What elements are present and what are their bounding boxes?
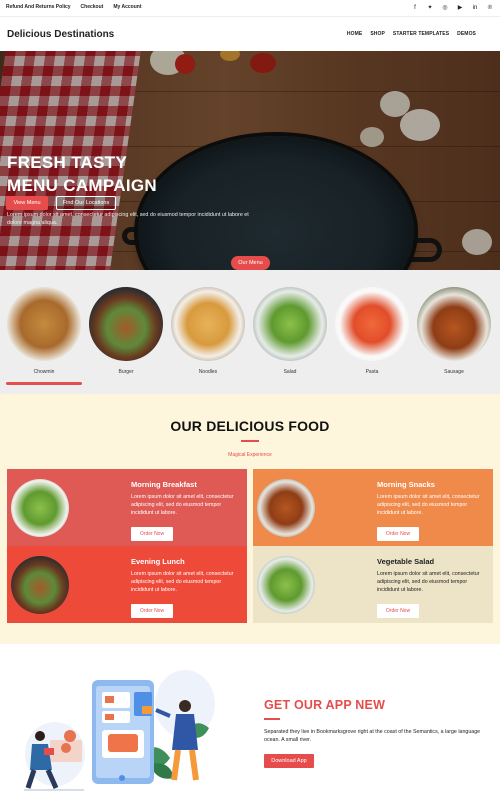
person-head xyxy=(179,700,191,712)
card-title: Vegetable Salad xyxy=(377,557,435,566)
burger-image xyxy=(89,287,163,361)
hero-title: FRESH TASTY MENU CAMPAIGN xyxy=(7,151,157,197)
home-button-icon xyxy=(119,775,125,781)
site-logo[interactable]: Delicious Destinations xyxy=(7,29,114,40)
order-now-button[interactable]: Order Now xyxy=(131,527,173,541)
gallery-item-salad[interactable]: Salad xyxy=(252,287,328,375)
pasta-image xyxy=(335,287,409,361)
person-legs xyxy=(171,749,199,781)
food-thumb-icon xyxy=(105,696,114,703)
checkout-link[interactable]: Checkout xyxy=(81,4,104,10)
card-description: Lorem ipsum dolor sit amet elit, consect… xyxy=(131,494,234,516)
hero-description: Lorem ipsum dolor sit amet, consectetur … xyxy=(7,212,249,226)
gallery-item-pasta[interactable]: Pasta xyxy=(334,287,410,375)
card-description: Lorem ipsum dolor sit amet elit, consect… xyxy=(377,494,480,516)
download-app-button[interactable]: Download App xyxy=(264,754,314,768)
app-title-divider xyxy=(264,718,280,720)
gallery-item-chowmin[interactable]: Chowmin xyxy=(6,287,82,375)
person-head xyxy=(35,731,45,741)
our-menu-button[interactable]: Our Menu xyxy=(231,256,270,270)
facebook-icon[interactable]: f xyxy=(409,2,421,14)
gallery-label: Noodles xyxy=(198,369,218,375)
top-links: Refund And Returns Policy Checkout My Ac… xyxy=(6,4,141,10)
order-now-button[interactable]: Order Now xyxy=(131,604,173,618)
menu-gallery: Chowmin Burger Noodles Salad Pasta Sausa… xyxy=(0,270,500,394)
order-now-button[interactable]: Order Now xyxy=(377,527,419,541)
refund-policy-link[interactable]: Refund And Returns Policy xyxy=(6,4,71,10)
food-photo-icon xyxy=(61,743,71,753)
site-header: Delicious Destinations HOME SHOP STARTER… xyxy=(0,17,500,51)
gallery-item-burger[interactable]: Burger xyxy=(88,287,164,375)
card-title: Morning Breakfast xyxy=(131,480,197,489)
gallery-item-noodles[interactable]: Noodles xyxy=(170,287,246,375)
food-card-vegetable-salad: Vegetable Salad Lorem ipsum dolor sit am… xyxy=(253,546,493,623)
breakfast-image xyxy=(11,479,69,537)
location-pin-icon xyxy=(64,730,76,742)
food-card-morning-breakfast: Morning Breakfast Lorem ipsum dolor sit … xyxy=(7,469,247,546)
food-section-title: OUR DELICIOUS FOOD xyxy=(170,418,330,434)
top-bar: Refund And Returns Policy Checkout My Ac… xyxy=(0,0,500,17)
gallery-label: Pasta xyxy=(365,369,379,375)
app-section: GET OUR APP NEW Separated they live in B… xyxy=(0,644,500,800)
view-menu-button[interactable]: View Menu xyxy=(6,196,48,210)
twitter-icon[interactable]: ✦ xyxy=(424,2,436,14)
gallery-label: Salad xyxy=(283,369,297,375)
nav-shop[interactable]: SHOP xyxy=(370,31,385,37)
nav-starter-templates[interactable]: STARTER TEMPLATES xyxy=(393,31,449,37)
sausage-image xyxy=(417,287,491,361)
youtube-icon[interactable]: ▶ xyxy=(454,2,466,14)
chowmin-image xyxy=(7,287,81,361)
app-description: Separated they live in Bookmarksgrove ri… xyxy=(264,729,481,743)
linkedin-icon[interactable]: in xyxy=(469,2,481,14)
nav-demos[interactable]: DEMOS xyxy=(457,31,476,37)
food-section-subtitle: Magical Experience xyxy=(228,452,272,458)
main-nav: HOME SHOP STARTER TEMPLATES DEMOS xyxy=(347,31,476,37)
find-locations-button[interactable]: Find Our Locations xyxy=(56,196,116,210)
gallery-label: Chowmin xyxy=(33,369,55,375)
person-body xyxy=(172,714,198,750)
dish-image xyxy=(108,734,138,752)
food-title-divider xyxy=(241,440,259,442)
phone-in-hand-icon xyxy=(44,748,54,755)
hero-title-line1: FRESH TASTY xyxy=(7,153,128,172)
nav-home[interactable]: HOME xyxy=(347,31,362,37)
gallery-label: Sausage xyxy=(444,369,464,375)
gallery-label: Burger xyxy=(118,369,134,375)
cart-icon xyxy=(142,706,152,714)
hero-banner: FRESH TASTY MENU CAMPAIGN Lorem ipsum do… xyxy=(0,51,500,270)
social-icons: f ✦ ◎ ▶ in ℗ xyxy=(409,2,496,14)
pinterest-icon[interactable]: ℗ xyxy=(484,2,496,14)
food-section: OUR DELICIOUS FOOD Magical Experience Mo… xyxy=(0,394,500,644)
app-illustration xyxy=(24,670,215,791)
food-card-evening-lunch: Evening Lunch Lorem ipsum dolor sit amet… xyxy=(7,546,247,623)
food-card-morning-snacks: Morning Snacks Lorem ipsum dolor sit ame… xyxy=(253,469,493,546)
hero-title-line2: MENU CAMPAIGN xyxy=(7,176,157,195)
active-item-indicator xyxy=(6,382,82,385)
card-title: Morning Snacks xyxy=(377,480,435,489)
noodles-image xyxy=(171,287,245,361)
instagram-icon[interactable]: ◎ xyxy=(439,2,451,14)
food-thumb-icon xyxy=(105,714,114,720)
order-now-button[interactable]: Order Now xyxy=(377,604,419,618)
salad-image xyxy=(257,556,315,614)
card-description: Lorem ipsum dolor sit amet elit, consect… xyxy=(131,571,234,593)
app-section-title: GET OUR APP NEW xyxy=(264,698,386,712)
gallery-item-sausage[interactable]: Sausage xyxy=(416,287,492,375)
snacks-image xyxy=(257,479,315,537)
my-account-link[interactable]: My Account xyxy=(113,4,141,10)
salad-image xyxy=(253,287,327,361)
card-description: Lorem ipsum dolor sit amet elit, consect… xyxy=(377,571,480,593)
card-title: Evening Lunch xyxy=(131,557,185,566)
lunch-image xyxy=(11,556,69,614)
